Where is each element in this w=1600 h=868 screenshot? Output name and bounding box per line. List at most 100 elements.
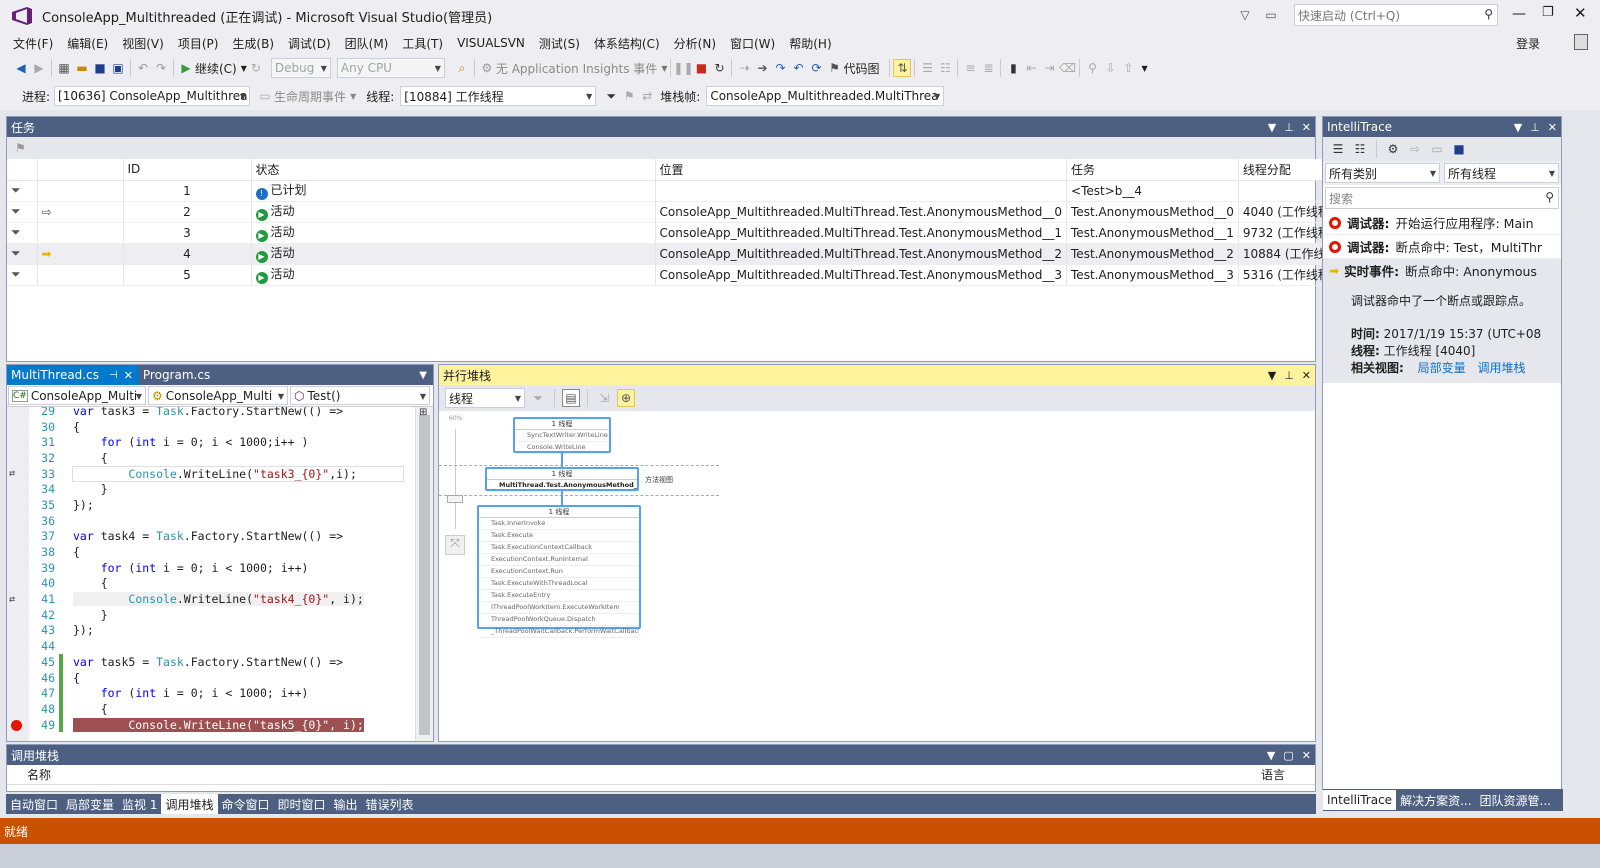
overflow-icon[interactable]: ▼	[1141, 64, 1147, 73]
clear-bookmark-icon[interactable]: ⌫	[1058, 59, 1076, 77]
code-line[interactable]: 49 Console.WriteLine("task5_{0}", i);	[11, 716, 415, 733]
member-nav-select[interactable]: ⬡ Test() ▼	[290, 386, 430, 405]
find-in-files-icon[interactable]: ⌕	[453, 59, 471, 77]
platform-select[interactable]: Any CPU ▼	[336, 58, 445, 78]
flag-icon[interactable]: ⏷	[11, 225, 21, 239]
zoom-thumb[interactable]	[447, 495, 463, 503]
stack-frame[interactable]: ThreadPoolWorkQueue.Dispatch	[479, 614, 639, 626]
stack-frame[interactable]: SyncTextWriter.WriteLine	[515, 430, 609, 442]
thread-marker-icon[interactable]: ⇄	[9, 594, 15, 605]
open-log-icon[interactable]: ⇨	[1406, 140, 1424, 158]
uncomment-icon[interactable]: ≣	[979, 59, 997, 77]
code-line[interactable]: 33 Console.WriteLine("task3_{0}",i); ⇄	[9, 465, 415, 482]
toggle-method-view-icon[interactable]: ▤	[562, 389, 580, 407]
ps-close-icon[interactable]: ✕	[1302, 369, 1311, 382]
account-icon[interactable]	[1574, 34, 1588, 50]
code-line[interactable]: 29 var task3 = Task.Factory.StartNew(() =…	[29, 407, 415, 419]
column-header[interactable]: 任务	[1066, 159, 1239, 181]
intellitrace-event[interactable]: 调试器: 断点命中: Test，MultiThr	[1323, 235, 1561, 259]
ps-pin-icon[interactable]: ⊥	[1284, 369, 1294, 382]
feedback-icon[interactable]: ▭	[1262, 6, 1280, 24]
stack-frame[interactable]: _ThreadPoolWaitCallback.PerformWaitCallb…	[479, 626, 639, 638]
intellitrace-event[interactable]: 调试器: 开始运行应用程序: Main	[1323, 211, 1561, 235]
code-line[interactable]: 35});	[29, 497, 415, 513]
stack-frame[interactable]: ExecutionContext.Run	[479, 566, 639, 578]
flag-cell[interactable]: ⏷	[7, 201, 38, 223]
tab-close-icon[interactable]: ✕	[124, 369, 133, 382]
code-line[interactable]: 31 for (int i = 0; i < 1000;i++ )	[29, 434, 415, 450]
step-out-icon[interactable]: ↶	[789, 59, 807, 77]
move-up-icon[interactable]: ⇧	[1119, 59, 1137, 77]
show-flagged-icon[interactable]: ⇄	[638, 87, 656, 105]
column-header[interactable]: 状态	[251, 159, 656, 181]
flag-thread-icon[interactable]: ⚑	[620, 87, 638, 105]
tool-tab[interactable]: 团队资源管...	[1476, 790, 1555, 810]
split-icon[interactable]: ⊞	[419, 407, 427, 418]
flag-icon[interactable]: ⏷	[11, 204, 21, 218]
tab-pin-icon[interactable]: ⊣	[109, 370, 118, 381]
close-button[interactable]: ✕	[1574, 4, 1587, 22]
filter-flag-icon[interactable]: ⚑	[15, 141, 26, 155]
zoom-slider[interactable]: 60%	[445, 415, 467, 535]
callstack-link[interactable]: 调用堆栈	[1477, 361, 1525, 375]
flag-cell[interactable]: ⏷	[7, 222, 38, 244]
menu-item[interactable]: 项目(P)	[171, 35, 226, 52]
list-view-icon[interactable]: ☰	[1329, 140, 1347, 158]
code-line[interactable]: 36	[29, 513, 415, 529]
stack-frame[interactable]: Task.Execute	[479, 530, 639, 542]
menu-item[interactable]: 团队(M)	[338, 35, 396, 52]
flag-cell[interactable]: ⏷	[7, 264, 38, 286]
thread-select[interactable]: [10884] 工作线程 ▼	[400, 86, 597, 106]
flag-cell[interactable]: ⏷	[7, 243, 38, 265]
thread-markers-icon[interactable]: ⇅	[893, 59, 912, 77]
lifecycle-events-button[interactable]: 生命周期事件	[274, 88, 346, 105]
menu-item[interactable]: 编辑(E)	[60, 35, 115, 52]
tool-tab[interactable]: 输出	[330, 794, 362, 814]
pause-icon[interactable]: ❚❚	[673, 59, 693, 77]
menu-item[interactable]: 测试(S)	[532, 35, 587, 52]
menu-item[interactable]: 视图(V)	[115, 35, 171, 52]
scroll-thumb[interactable]	[419, 415, 430, 735]
thread-marker-icon[interactable]: ⇄	[9, 468, 15, 479]
clear-icon[interactable]: ▭	[1428, 140, 1446, 158]
ps-menu-icon[interactable]: ▼	[1268, 369, 1276, 382]
save-log-icon[interactable]: ■	[1450, 140, 1468, 158]
bookmark-icon[interactable]: ▮	[1004, 59, 1022, 77]
menu-item[interactable]: 分析(N)	[667, 35, 723, 52]
task-row[interactable]: ⏷ ➡ 4 ▶ 活动 ConsoleApp_Multithreaded.MultiThre…	[7, 243, 1427, 265]
comment-icon[interactable]: ≡	[961, 59, 979, 77]
zoom-toggle-icon[interactable]: ⊕	[617, 389, 635, 407]
stack-frame[interactable]: Task.ExecutionContextCallback	[479, 542, 639, 554]
tool-tab[interactable]: 命令窗口	[218, 794, 274, 814]
thread-filter-select[interactable]: 所有线程 ▼	[1444, 163, 1559, 183]
tab-multithread-cs[interactable]: MultiThread.cs ⊣ ✕	[7, 365, 139, 385]
col-language-header[interactable]: 语言	[1261, 766, 1285, 783]
quick-launch-input[interactable]: 快速启动 (Ctrl+Q) ⚲	[1294, 4, 1498, 26]
insights-dropdown-icon[interactable]: ▼	[661, 64, 667, 73]
tool-tab[interactable]: IntelliTrace	[1323, 790, 1397, 810]
it-pin-icon[interactable]: ⊥	[1530, 121, 1540, 134]
flag-icon[interactable]: ⏷	[11, 183, 21, 197]
cs-menu-icon[interactable]: ▼	[1267, 749, 1275, 762]
code-line[interactable]: 44	[29, 638, 415, 654]
calls-view-icon[interactable]: ☷	[1351, 140, 1369, 158]
task-row[interactable]: ⏷ 5 ▶ 活动 ConsoleApp_Multithreaded.MultiThrea…	[7, 264, 1427, 286]
it-close-icon[interactable]: ✕	[1548, 121, 1557, 134]
code-line[interactable]: 47 for (int i = 0; i < 1000; i++)	[29, 685, 415, 702]
tool-tab[interactable]: 解决方案资...	[1396, 790, 1475, 810]
stack-frame[interactable]: Task.ExecuteWithThreadLocal	[479, 578, 639, 590]
panel-menu-icon[interactable]: ▼	[1268, 121, 1276, 134]
stack-node-middle[interactable]: 1 线程 MultiThread.Test.AnonymousMethod__2	[485, 467, 639, 492]
menu-item[interactable]: 生成(B)	[225, 35, 281, 52]
refresh-icon[interactable]: ↻	[247, 59, 265, 77]
save-all-icon[interactable]: ▣	[109, 59, 127, 77]
class-nav-select[interactable]: ⚙ ConsoleApp_Multi ▼	[148, 386, 288, 405]
login-link[interactable]: 登录	[1516, 35, 1540, 52]
column-header-blank[interactable]	[37, 159, 124, 181]
filter-tasks-icon[interactable]: ⏷	[529, 389, 547, 407]
continue-button[interactable]: 继续(C)	[195, 60, 237, 77]
column-header[interactable]: 位置	[655, 159, 1068, 181]
menu-item[interactable]: 文件(F)	[6, 35, 60, 52]
stack-frame[interactable]: IThreadPoolWorkItem.ExecuteWorkItem	[479, 602, 639, 614]
continue-icon[interactable]: ▶	[177, 59, 195, 77]
